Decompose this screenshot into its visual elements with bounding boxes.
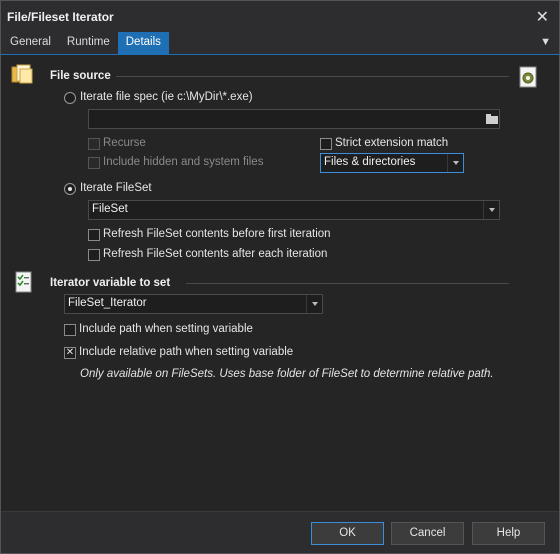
include-hidden-label: Include hidden and system files xyxy=(103,156,264,168)
iterate-file-spec-label: Iterate file spec (ie c:\MyDir\*.exe) xyxy=(80,91,253,103)
folder-files-icon xyxy=(11,64,33,84)
iterator-variable-select[interactable]: FileSet_Iterator xyxy=(64,294,323,314)
details-panel: File source Iterate file spec (ie c:\MyD… xyxy=(1,55,559,511)
file-spec-input[interactable] xyxy=(88,109,500,129)
gear-document-icon xyxy=(519,66,537,88)
chevron-down-icon xyxy=(447,154,463,172)
file-type-value: Files & directories xyxy=(324,156,416,168)
checklist-icon xyxy=(15,271,32,293)
tab-general[interactable]: General xyxy=(2,32,59,54)
fileset-select[interactable]: FileSet xyxy=(88,200,500,220)
iterate-file-spec-radio[interactable] xyxy=(64,92,76,104)
iterate-fileset-label: Iterate FileSet xyxy=(80,182,152,194)
include-relative-path-checkbox[interactable]: ✕ xyxy=(64,347,76,359)
tab-menu-icon[interactable]: ▼ xyxy=(540,36,551,48)
refresh-after-label: Refresh FileSet contents after each iter… xyxy=(103,248,328,260)
ok-button[interactable]: OK xyxy=(311,522,384,545)
file-type-select[interactable]: Files & directories xyxy=(320,153,464,173)
file-source-divider xyxy=(116,76,509,77)
include-hidden-checkbox[interactable] xyxy=(88,157,100,169)
chevron-down-icon xyxy=(306,295,322,313)
button-bar: OK Cancel Help xyxy=(1,511,559,553)
cancel-button[interactable]: Cancel xyxy=(391,522,464,545)
close-icon[interactable]: ✕ xyxy=(536,7,549,27)
strict-extension-label: Strict extension match xyxy=(335,137,449,149)
include-path-label: Include path when setting variable xyxy=(79,323,253,335)
window-title: File/Fileset Iterator xyxy=(7,10,114,24)
chevron-down-icon xyxy=(483,201,499,219)
browse-folder-icon[interactable] xyxy=(484,110,500,128)
refresh-before-checkbox[interactable] xyxy=(88,229,100,241)
refresh-before-label: Refresh FileSet contents before first it… xyxy=(103,228,331,240)
iterator-variable-title: Iterator variable to set xyxy=(50,277,171,289)
include-relative-path-label: Include relative path when setting varia… xyxy=(79,346,294,358)
help-button[interactable]: Help xyxy=(472,522,545,545)
tab-strip: General Runtime Details xyxy=(2,32,169,54)
recurse-label: Recurse xyxy=(103,137,146,149)
strict-extension-checkbox[interactable] xyxy=(320,138,332,150)
include-path-checkbox[interactable] xyxy=(64,324,76,336)
title-bar: File/Fileset Iterator ✕ xyxy=(1,1,559,32)
dialog-window: File/Fileset Iterator ✕ General Runtime … xyxy=(0,0,560,554)
iterator-variable-value: FileSet_Iterator xyxy=(68,297,147,309)
recurse-checkbox[interactable] xyxy=(88,138,100,150)
file-source-title: File source xyxy=(50,70,111,82)
tab-details[interactable]: Details xyxy=(117,32,169,54)
iterator-variable-divider xyxy=(186,283,509,284)
fileset-value: FileSet xyxy=(92,203,128,215)
iterate-fileset-radio[interactable] xyxy=(64,183,76,195)
tab-runtime[interactable]: Runtime xyxy=(59,32,118,54)
relative-path-note: Only available on FileSets. Uses base fo… xyxy=(80,368,494,380)
refresh-after-checkbox[interactable] xyxy=(88,249,100,261)
